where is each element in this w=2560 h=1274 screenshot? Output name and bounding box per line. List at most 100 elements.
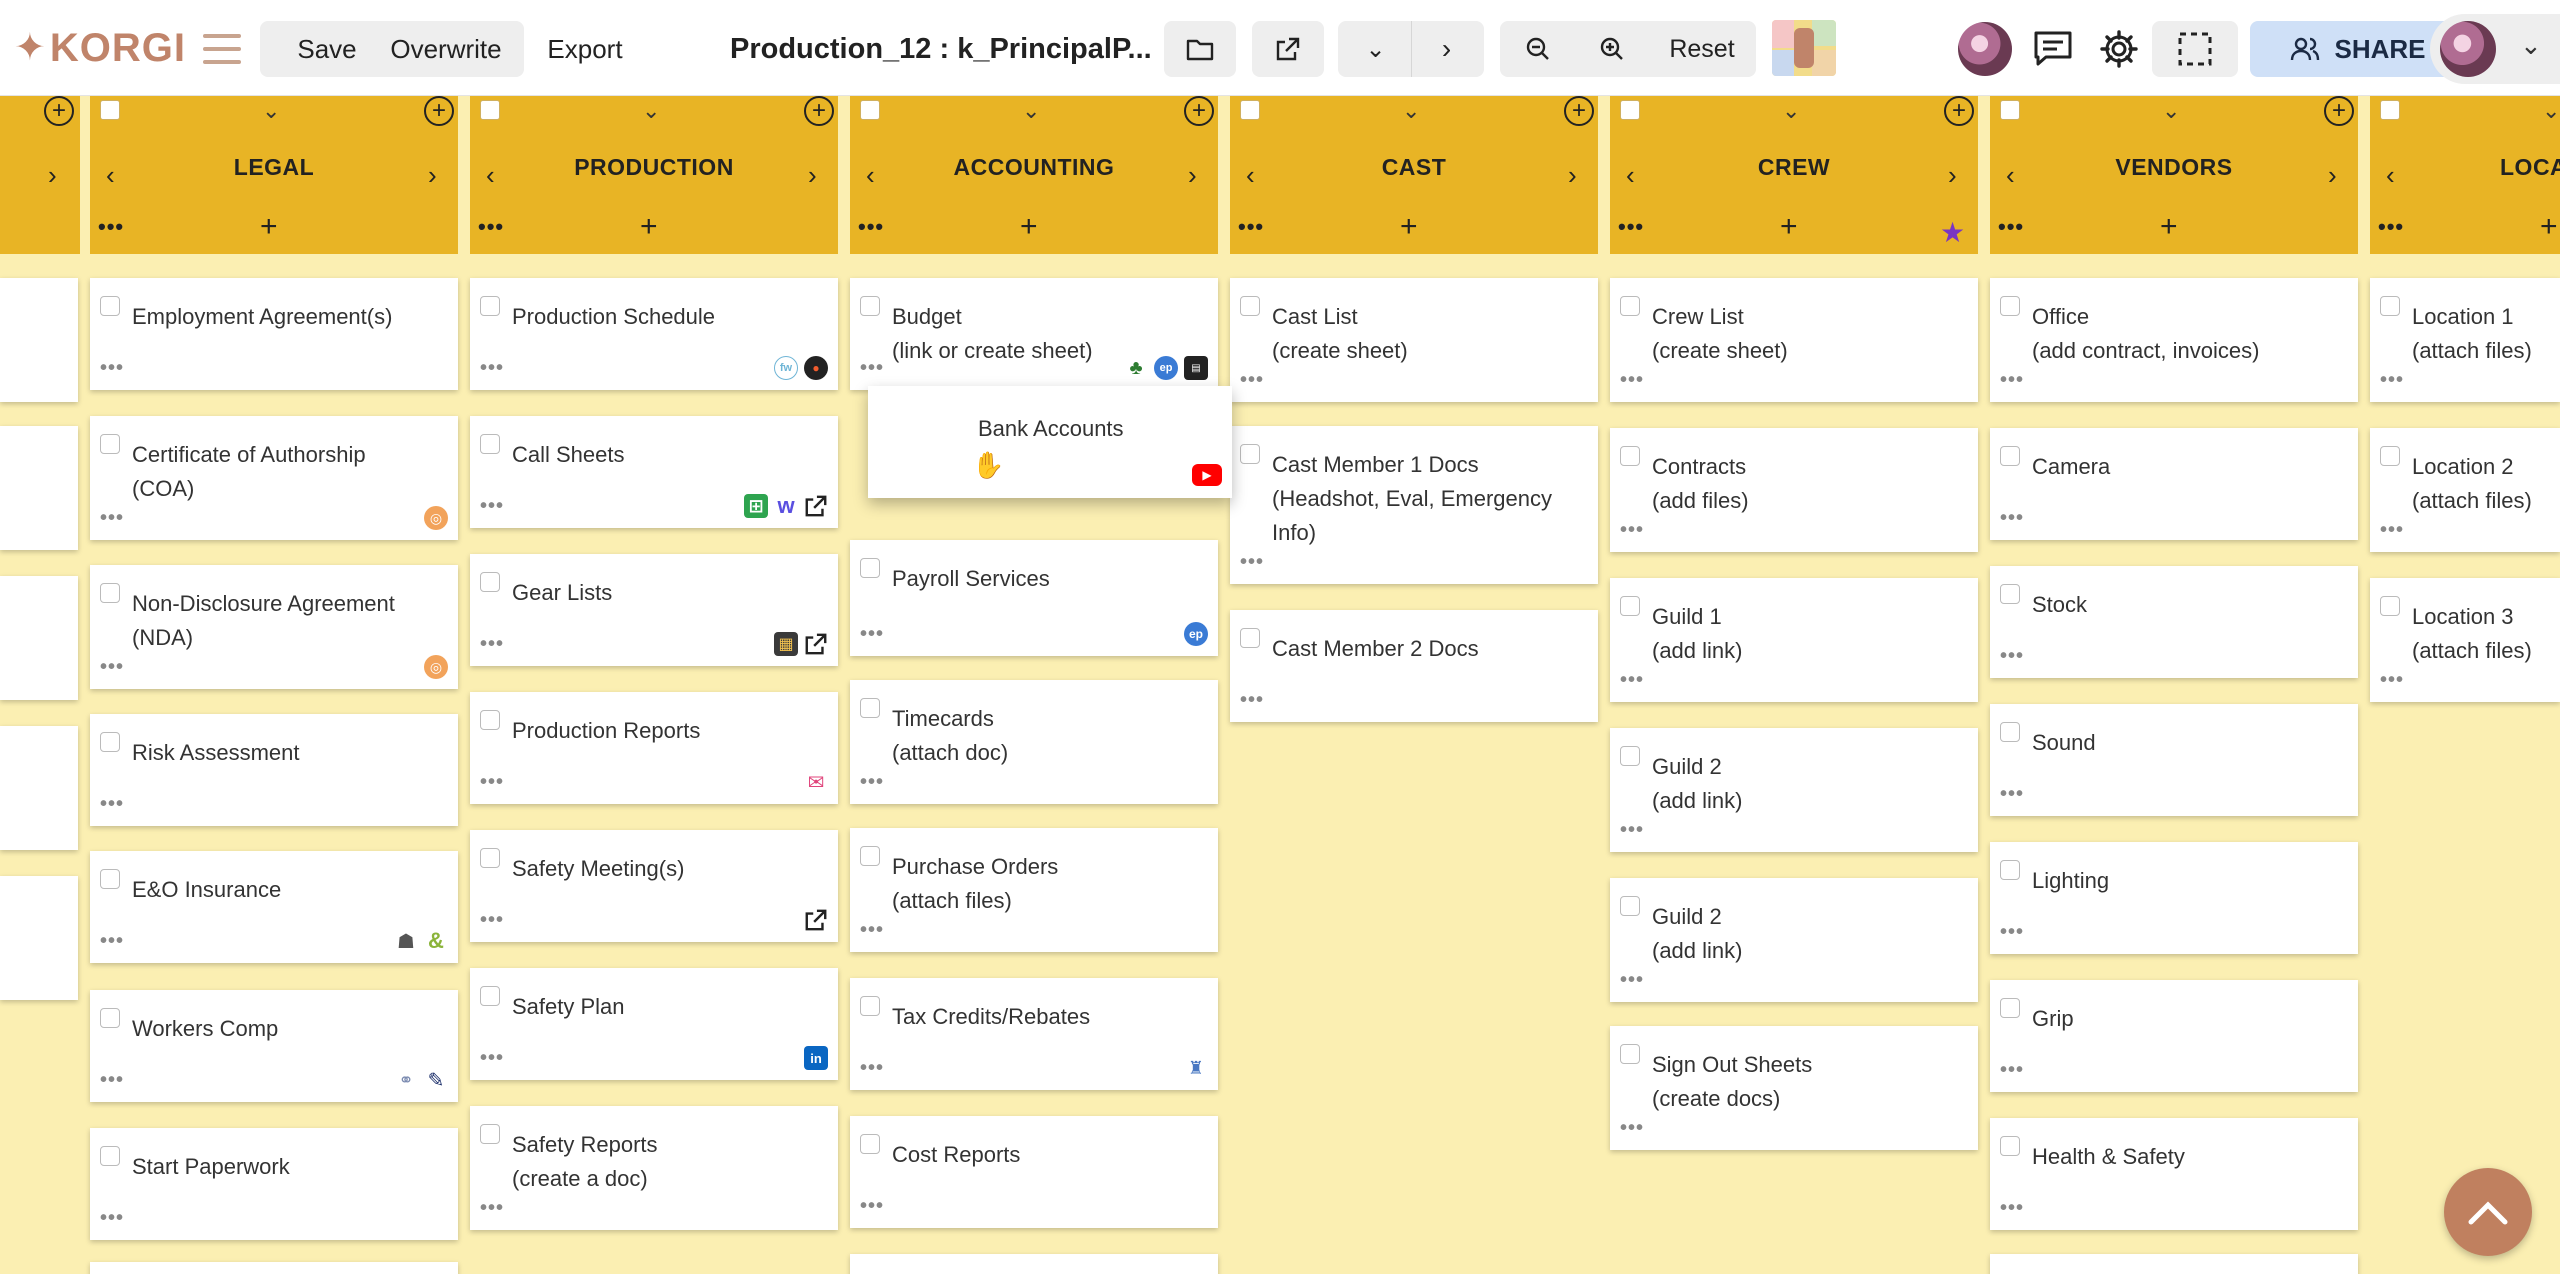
card[interactable] — [90, 1262, 458, 1274]
external-link-icon[interactable] — [804, 908, 828, 932]
card[interactable]: Cast List (create sheet) ••• — [1230, 278, 1598, 402]
card[interactable] — [0, 726, 78, 850]
card[interactable]: Tax Credits/Rebates ••• ♜ — [850, 978, 1218, 1090]
card-checkbox[interactable] — [1240, 296, 1260, 316]
card[interactable]: Call Sheets ••• ⊞ w — [470, 416, 838, 528]
add-column-icon[interactable]: + — [1184, 96, 1214, 126]
card-checkbox[interactable] — [1620, 1044, 1640, 1064]
card[interactable]: Camera ••• — [1990, 428, 2358, 540]
card[interactable] — [0, 576, 78, 700]
column-select-checkbox[interactable] — [2380, 100, 2400, 120]
card[interactable]: Purchase Orders (attach files) ••• — [850, 828, 1218, 952]
card-checkbox[interactable] — [860, 1134, 880, 1154]
chevron-down-icon[interactable]: ⌄ — [262, 98, 280, 124]
chevron-down-icon[interactable]: ⌄ — [1782, 98, 1800, 124]
card-menu-icon[interactable]: ••• — [860, 1057, 884, 1080]
card-checkbox[interactable] — [1620, 896, 1640, 916]
card[interactable]: Employment Agreement(s) ••• — [90, 278, 458, 390]
add-card-icon[interactable]: + — [260, 212, 278, 242]
card-checkbox[interactable] — [1620, 746, 1640, 766]
card[interactable]: Sound ••• — [1990, 704, 2358, 816]
column-prev-icon[interactable]: ‹ — [2386, 162, 2395, 188]
card-checkbox[interactable] — [1620, 296, 1640, 316]
card-menu-icon[interactable]: ••• — [100, 1069, 124, 1092]
card-checkbox[interactable] — [480, 848, 500, 868]
card-checkbox[interactable] — [100, 296, 120, 316]
building-icon[interactable]: ♜ — [1184, 1056, 1208, 1080]
column-menu-icon[interactable]: ••• — [858, 214, 884, 240]
card-menu-icon[interactable]: ••• — [860, 357, 884, 380]
card-menu-icon[interactable]: ••• — [1620, 369, 1644, 392]
card[interactable]: Budget (link or create sheet) ••• ♣ ep ▤ — [850, 278, 1218, 390]
column-title[interactable]: LOCAT — [2500, 154, 2560, 181]
comments-button[interactable] — [2026, 21, 2080, 77]
card-menu-icon[interactable]: ••• — [2000, 369, 2024, 392]
card-checkbox[interactable] — [2000, 860, 2020, 880]
card-menu-icon[interactable]: ••• — [480, 909, 504, 932]
card-menu-icon[interactable]: ••• — [860, 771, 884, 794]
export-button[interactable]: Export — [530, 21, 640, 77]
card-checkbox[interactable] — [100, 869, 120, 889]
card[interactable]: Stock ••• — [1990, 566, 2358, 678]
card[interactable]: Health & Safety ••• — [1990, 1118, 2358, 1230]
column-select-checkbox[interactable] — [2000, 100, 2020, 120]
chevron-right-icon[interactable]: › — [1412, 33, 1482, 65]
add-column-icon[interactable]: + — [1944, 96, 1974, 126]
card-checkbox[interactable] — [100, 1146, 120, 1166]
column-select-checkbox[interactable] — [100, 100, 120, 120]
settings-button[interactable] — [2092, 21, 2146, 77]
column-title[interactable]: VENDORS — [1990, 154, 2358, 181]
card-checkbox[interactable] — [2000, 584, 2020, 604]
card-menu-icon[interactable]: ••• — [1620, 819, 1644, 842]
card-menu-icon[interactable]: ••• — [480, 633, 504, 656]
board-thumbnail[interactable] — [1772, 20, 1836, 76]
card-checkbox[interactable] — [2380, 596, 2400, 616]
add-column-icon[interactable]: + — [44, 96, 74, 126]
zoom-out-button[interactable] — [1501, 36, 1575, 62]
card[interactable] — [0, 426, 78, 550]
app-icon[interactable]: ▤ — [1184, 356, 1208, 380]
card-checkbox[interactable] — [860, 846, 880, 866]
message-icon[interactable]: ✉ — [804, 770, 828, 794]
app-icon[interactable]: ◎ — [424, 506, 448, 530]
card-menu-icon[interactable]: ••• — [2000, 1197, 2024, 1220]
card-menu-icon[interactable]: ••• — [1620, 969, 1644, 992]
add-card-icon[interactable]: + — [640, 212, 658, 242]
overwrite-button[interactable]: Overwrite — [368, 21, 524, 77]
card-checkbox[interactable] — [1240, 444, 1260, 464]
column-menu-icon[interactable]: ••• — [1238, 214, 1264, 240]
card-checkbox[interactable] — [2000, 998, 2020, 1018]
card[interactable]: Cast Member 2 Docs ••• — [1230, 610, 1598, 722]
chevron-down-icon[interactable]: ⌄ — [642, 98, 660, 124]
card-checkbox[interactable] — [2000, 296, 2020, 316]
card-menu-icon[interactable]: ••• — [100, 656, 124, 679]
card[interactable]: Location 3 (attach files) ••• — [2370, 578, 2560, 702]
card[interactable]: Non-Disclosure Agreement (NDA) ••• ◎ — [90, 565, 458, 689]
pen-icon[interactable]: ✎ — [424, 1068, 448, 1092]
card-checkbox[interactable] — [480, 710, 500, 730]
card[interactable]: Cost Reports ••• — [850, 1116, 1218, 1228]
app-icon[interactable]: fw — [774, 356, 798, 380]
card-menu-icon[interactable]: ••• — [100, 357, 124, 380]
card[interactable]: Workers Comp ••• ⚭ ✎ — [90, 990, 458, 1102]
youtube-icon[interactable]: ▶ — [1192, 464, 1222, 486]
card[interactable]: Location 1 (attach files) ••• — [2370, 278, 2560, 402]
card-checkbox[interactable] — [480, 572, 500, 592]
korgi-logo[interactable]: ✦ KORGI — [14, 20, 186, 76]
card-checkbox[interactable] — [100, 732, 120, 752]
card[interactable] — [0, 876, 78, 1000]
column-select-checkbox[interactable] — [1240, 100, 1260, 120]
card[interactable]: Production Schedule ••• fw ● — [470, 278, 838, 390]
chevron-down-icon[interactable]: ⌄ — [1341, 35, 1411, 64]
card[interactable] — [1990, 1254, 2358, 1274]
column-menu-icon[interactable]: ••• — [2378, 214, 2404, 240]
card-checkbox[interactable] — [860, 558, 880, 578]
add-column-icon[interactable]: + — [804, 96, 834, 126]
card-checkbox[interactable] — [2380, 296, 2400, 316]
column-menu-icon[interactable]: ••• — [478, 214, 504, 240]
card-menu-icon[interactable]: ••• — [1620, 1117, 1644, 1140]
add-card-icon[interactable]: + — [1020, 212, 1038, 242]
chevron-down-icon[interactable]: ⌄ — [1022, 98, 1040, 124]
column-next-icon[interactable]: › — [1948, 162, 1957, 188]
add-card-icon[interactable]: + — [1780, 212, 1798, 242]
